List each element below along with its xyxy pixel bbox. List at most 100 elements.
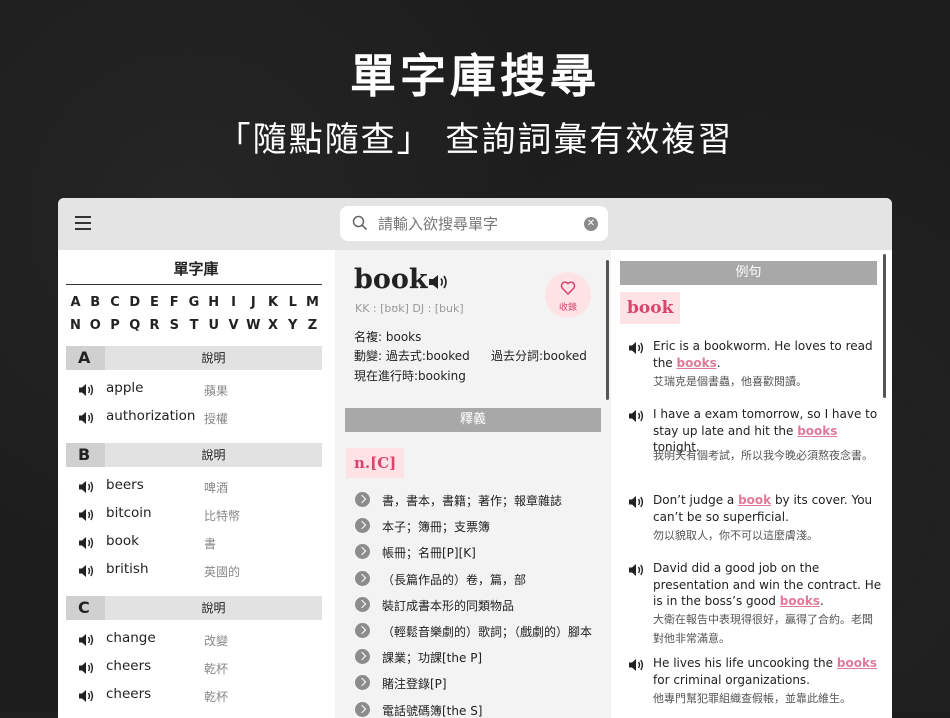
speaker-icon[interactable] [78,382,94,396]
section-letter: C [66,596,105,621]
definition-text: 帳冊；名冊[P][K] [382,546,476,561]
app-window: ✕ 單字庫 ABCDEFGHIJKLM NOPQRSTUVWXYZ A說明app… [58,198,892,718]
example-english: He lives his life uncooking the books fo… [653,655,883,688]
alphabet-index-letter[interactable]: J [244,295,263,310]
alphabet-index-letter[interactable]: Y [283,318,302,333]
speaker-icon[interactable] [628,657,644,671]
speaker-icon[interactable] [628,340,644,354]
speaker-icon[interactable] [78,410,94,424]
scrollbar[interactable] [606,260,609,400]
definition-text: 電話號碼簿[the S] [382,703,483,718]
search-input[interactable] [376,212,580,236]
word-meaning: 蘋果 [204,384,229,398]
highlighted-word: books [797,423,838,438]
clear-search-icon[interactable]: ✕ [584,217,598,231]
definition-text: 本子；簿冊；支票簿 [382,520,491,535]
alphabet-index-letter[interactable]: E [145,295,164,310]
scrollbar[interactable] [883,254,886,398]
section-description-label: 說明 [201,448,226,463]
speaker-icon[interactable] [628,562,644,576]
definition-text: 書，書本，書籍；著作；報章雜誌 [382,494,563,508]
present-participle-form: 現在進行時:booking [354,369,466,383]
alphabet-index-letter[interactable]: Q [125,318,144,333]
word-text: beers [106,477,144,494]
alphabet-index-letter[interactable]: F [165,295,184,310]
word-list-item[interactable]: bitcoin 比特幣 [66,501,322,527]
speaker-icon[interactable] [628,494,644,508]
alphabet-index-letter[interactable]: K [264,295,283,310]
word-meaning: 英國的 [204,564,241,579]
word-list-item[interactable]: cheers 乾杯 [66,682,322,708]
alphabet-index-letter[interactable]: H [204,295,223,310]
alphabet-index-letter[interactable]: V [224,318,243,333]
word-list-item[interactable]: british 英國的 [66,557,322,583]
sentence-fragment: He lives his life uncooking the [653,656,837,670]
alphabet-index-letter[interactable]: C [106,295,125,310]
word-list-item[interactable]: book 書 [66,529,322,555]
hamburger-menu-icon[interactable] [75,216,91,230]
word-text: book [106,532,139,549]
sentence-fragment: . [819,594,824,608]
speaker-icon[interactable] [78,563,94,577]
alphabet-index-letter[interactable]: R [145,318,164,333]
word-text: apple [106,380,144,396]
word-list-item[interactable]: change 改變 [66,626,322,652]
word-text: cheers [106,657,152,674]
speaker-icon[interactable] [78,660,94,674]
entry-panel: book KK : [bʊk] DJ : [buk] 收錄 名複: books … [335,250,611,718]
favorite-button[interactable]: 收錄 [545,272,591,318]
alphabet-index-letter[interactable]: U [204,318,223,333]
word-meaning: 乾杯 [204,689,229,704]
speaker-icon[interactable] [78,479,94,494]
example-word-tag: book [620,292,681,324]
example-translation: 艾瑞克是個書蟲，他喜歡閱讀。 [653,375,807,388]
definition-text: （長篇作品的）卷，篇，部 [382,572,527,587]
alphabet-index-letter[interactable]: T [185,318,204,333]
search-box[interactable]: ✕ [340,206,608,241]
promo-title: 單字庫搜尋 [350,49,600,103]
examples-panel: 例句 book Eric is a bookworm. He loves to … [612,250,892,718]
section-letter: A [66,346,105,370]
alphabet-index-letter[interactable]: O [86,318,105,333]
word-meaning: 改變 [204,634,229,649]
chevron-right-icon [355,675,370,691]
alphabet-index-letter[interactable]: G [185,295,204,310]
word-list-item[interactable]: cheers 乾杯 [66,654,322,680]
word-meaning: 啤酒 [204,481,229,496]
headword: book [354,264,428,295]
alphabet-index-letter[interactable]: I [224,295,243,310]
alphabet-index-letter[interactable]: A [66,295,85,310]
promo-subtitle: 「隨點隨查」 查詢詞彙有效複習 [216,120,734,160]
word-list-item[interactable]: apple 蘋果 [66,376,322,402]
chevron-right-icon [355,544,370,560]
word-list-item[interactable]: authorization 授權 [66,404,322,430]
word-meaning: 乾杯 [204,661,229,676]
alphabet-index-letter[interactable]: L [283,295,302,310]
chevron-right-icon [355,649,370,665]
example-english: Eric is a bookworm. He loves to read the… [653,338,883,371]
search-icon [352,215,368,231]
alphabet-index-letter[interactable]: N [66,318,85,333]
alphabet-index-row: ABCDEFGHIJKLM [66,295,322,310]
alphabet-index-letter[interactable]: B [86,295,105,310]
speaker-icon[interactable] [428,274,448,290]
alphabet-index-letter[interactable]: S [165,318,184,333]
highlighted-word: books [676,355,717,370]
example-translation: 大衛在報告中表現得很好，贏得了合約。老闆對他非常滿意。 [653,613,873,645]
alphabet-index-letter[interactable]: W [244,318,263,333]
alphabet-index-letter[interactable]: P [106,318,125,333]
speaker-icon[interactable] [78,688,94,702]
word-text: british [106,560,149,577]
alphabet-index-letter[interactable]: M [303,295,322,310]
speaker-icon[interactable] [78,535,94,549]
alphabet-index-letter[interactable]: X [264,318,283,333]
examples-header: 例句 [620,261,877,285]
alphabet-index-letter[interactable]: Z [303,318,322,333]
speaker-icon[interactable] [628,408,644,422]
alphabet-index-letter[interactable]: D [125,295,144,310]
chevron-right-icon [355,623,370,638]
word-text: change [106,630,156,647]
speaker-icon[interactable] [78,507,94,522]
speaker-icon[interactable] [78,632,94,647]
word-list-item[interactable]: beers 啤酒 [66,473,322,499]
